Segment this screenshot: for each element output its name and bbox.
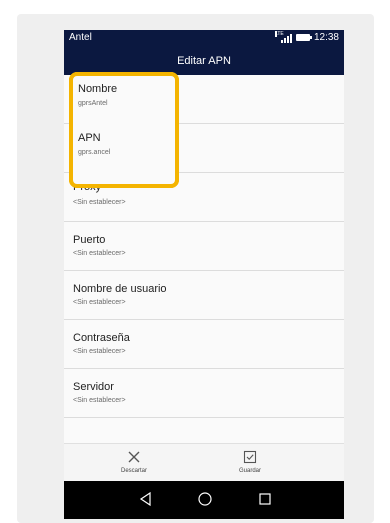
clock: 12:38 (313, 32, 339, 43)
page-title: Editar APN (64, 47, 344, 75)
carrier-name: Antel (69, 32, 92, 43)
network-type: LTE (274, 30, 284, 37)
save-icon (210, 447, 290, 467)
action-bar: Descartar Guardar (64, 443, 344, 482)
field-contrasena[interactable]: Contraseña <Sin establecer> (64, 320, 344, 369)
signal-icon: LTE (274, 30, 292, 43)
discard-label: Descartar (120, 468, 147, 474)
highlight-border (69, 72, 179, 188)
field-value: <Sin establecer> (73, 397, 126, 404)
battery-icon (295, 34, 312, 41)
discard-button[interactable]: Descartar (94, 447, 174, 474)
navigation-bar (64, 481, 344, 519)
save-label: Guardar (238, 468, 261, 474)
home-circle-icon[interactable] (197, 491, 213, 512)
field-puerto[interactable]: Puerto <Sin establecer> (64, 222, 344, 271)
field-label: Nombre de usuario (73, 283, 167, 295)
field-value: <Sin establecer> (73, 299, 126, 306)
field-label: Contraseña (73, 332, 130, 344)
field-value: <Sin establecer> (73, 250, 126, 257)
field-label: Puerto (73, 234, 106, 246)
field-nombre-de-usuario[interactable]: Nombre de usuario <Sin establecer> (64, 271, 344, 320)
field-servidor[interactable]: Servidor <Sin establecer> (64, 369, 344, 418)
phone-screen: Antel LTE 12:38 Editar APN Nombre gprsAn… (64, 30, 344, 519)
status-indicators: LTE 12:38 (274, 30, 339, 43)
close-icon (94, 447, 174, 467)
field-value: <Sin establecer> (73, 348, 126, 355)
recents-square-icon[interactable] (257, 491, 273, 512)
save-button[interactable]: Guardar (210, 447, 290, 474)
field-label: Servidor (73, 381, 114, 393)
back-triangle-icon[interactable] (138, 491, 154, 512)
status-bar: Antel LTE 12:38 (64, 30, 344, 47)
field-value: <Sin establecer> (73, 199, 126, 206)
